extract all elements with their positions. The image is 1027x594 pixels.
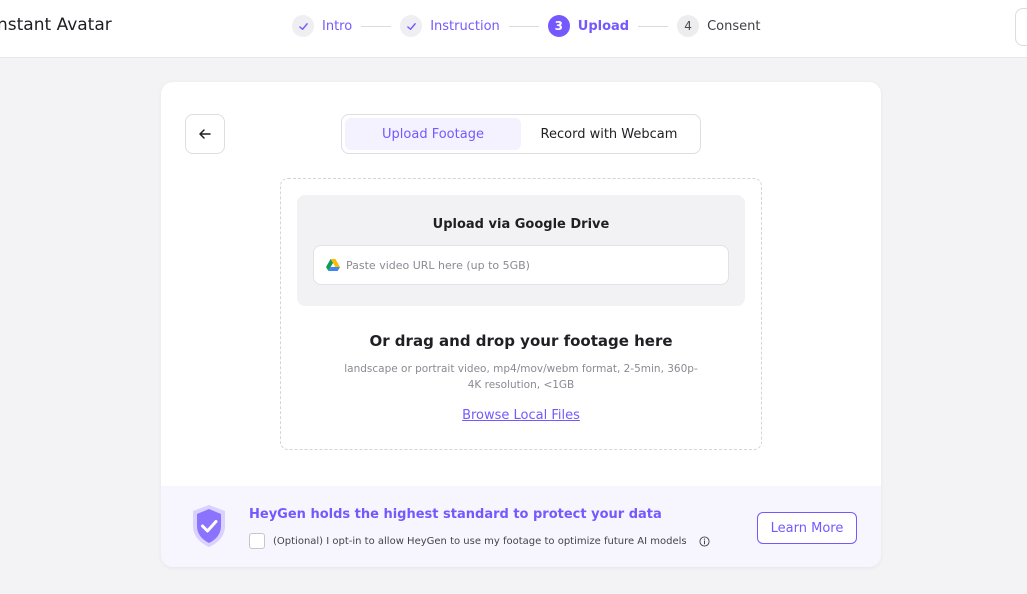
google-drive-icon <box>326 259 340 271</box>
shield-check-icon <box>189 502 229 550</box>
google-drive-panel: Upload via Google Drive <box>297 195 745 306</box>
privacy-title: HeyGen holds the highest standard to pro… <box>249 507 662 522</box>
format-requirements: landscape or portrait video, mp4/mov/web… <box>344 363 698 391</box>
step-intro[interactable]: Intro <box>292 15 352 37</box>
footage-dropzone[interactable]: Upload via Google Drive Or drag and drop… <box>280 178 762 450</box>
step-divider <box>508 25 539 27</box>
top-bar: Instant Avatar Intro Instruction 3 Uploa… <box>0 0 1027 58</box>
step-label: Instruction <box>430 18 500 34</box>
step-number: 4 <box>677 15 700 37</box>
learn-more-button[interactable]: Learn More <box>757 512 857 544</box>
step-upload[interactable]: 3 Upload <box>547 15 630 37</box>
optin-label: (Optional) I opt-in to allow HeyGen to u… <box>273 535 687 547</box>
info-icon[interactable] <box>699 535 710 547</box>
step-label: Consent <box>707 18 761 34</box>
drive-url-input[interactable] <box>346 258 716 272</box>
step-label: Intro <box>322 18 353 34</box>
privacy-footer: HeyGen holds the highest standard to pro… <box>161 486 881 567</box>
optin-checkbox[interactable] <box>249 533 265 549</box>
header-action-button[interactable] <box>1015 8 1027 46</box>
step-divider <box>638 25 669 27</box>
upload-mode-tabs: Upload Footage Record with Webcam <box>341 114 701 154</box>
drive-url-field[interactable] <box>313 245 729 285</box>
app-title: Instant Avatar <box>0 15 112 35</box>
step-label: Upload <box>577 18 630 34</box>
tab-record-webcam[interactable]: Record with Webcam <box>521 118 697 150</box>
arrow-left-icon <box>197 126 213 142</box>
back-button[interactable] <box>185 114 225 154</box>
check-icon <box>292 15 314 37</box>
upload-card: Upload Footage Record with Webcam Upload… <box>161 82 881 567</box>
tab-upload-footage[interactable]: Upload Footage <box>345 118 521 150</box>
drive-title: Upload via Google Drive <box>432 217 610 232</box>
check-icon <box>400 15 423 37</box>
step-instruction[interactable]: Instruction <box>400 15 500 37</box>
browse-local-files-link[interactable]: Browse Local Files <box>281 408 761 423</box>
optin-row: (Optional) I opt-in to allow HeyGen to u… <box>249 533 710 549</box>
step-divider <box>361 25 392 27</box>
step-number: 3 <box>547 15 570 37</box>
drag-drop-title: Or drag and drop your footage here <box>369 332 673 350</box>
step-consent[interactable]: 4 Consent <box>677 15 760 37</box>
progress-stepper: Intro Instruction 3 Upload 4 Consent <box>292 13 760 39</box>
